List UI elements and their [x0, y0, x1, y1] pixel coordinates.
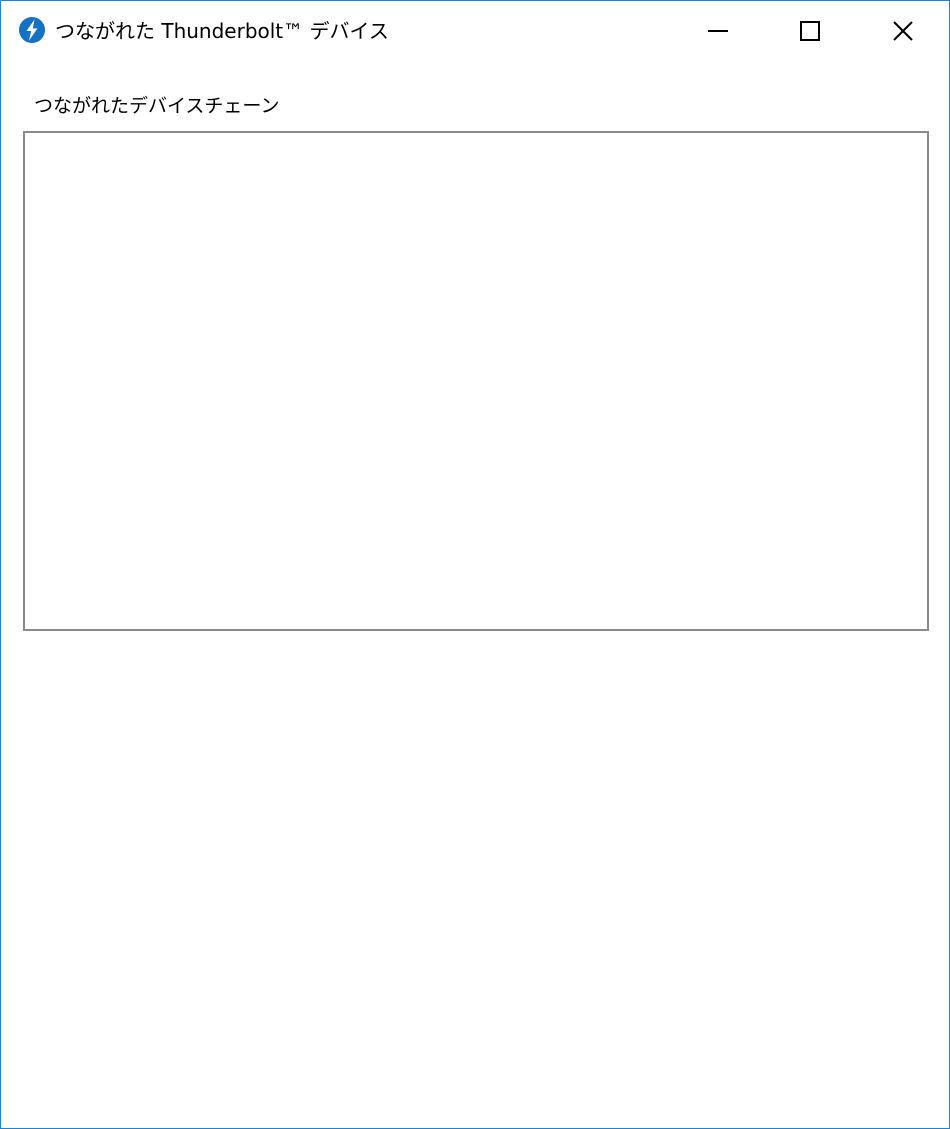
app-window: つながれた Thunderbolt™ デバイス つながれたデバイスチェーン — [0, 0, 950, 1129]
close-icon — [892, 21, 913, 41]
device-chain-list[interactable] — [23, 131, 929, 631]
thunderbolt-icon — [18, 16, 46, 44]
minimize-icon — [708, 21, 728, 41]
maximize-button[interactable] — [764, 1, 856, 61]
close-button[interactable] — [856, 1, 949, 61]
minimize-button[interactable] — [672, 1, 764, 61]
window-title: つながれた Thunderbolt™ デバイス — [55, 19, 389, 43]
title-bar[interactable]: つながれた Thunderbolt™ デバイス — [1, 1, 949, 61]
device-chain-label: つながれたデバイスチェーン — [34, 95, 280, 117]
maximize-icon — [800, 21, 820, 41]
